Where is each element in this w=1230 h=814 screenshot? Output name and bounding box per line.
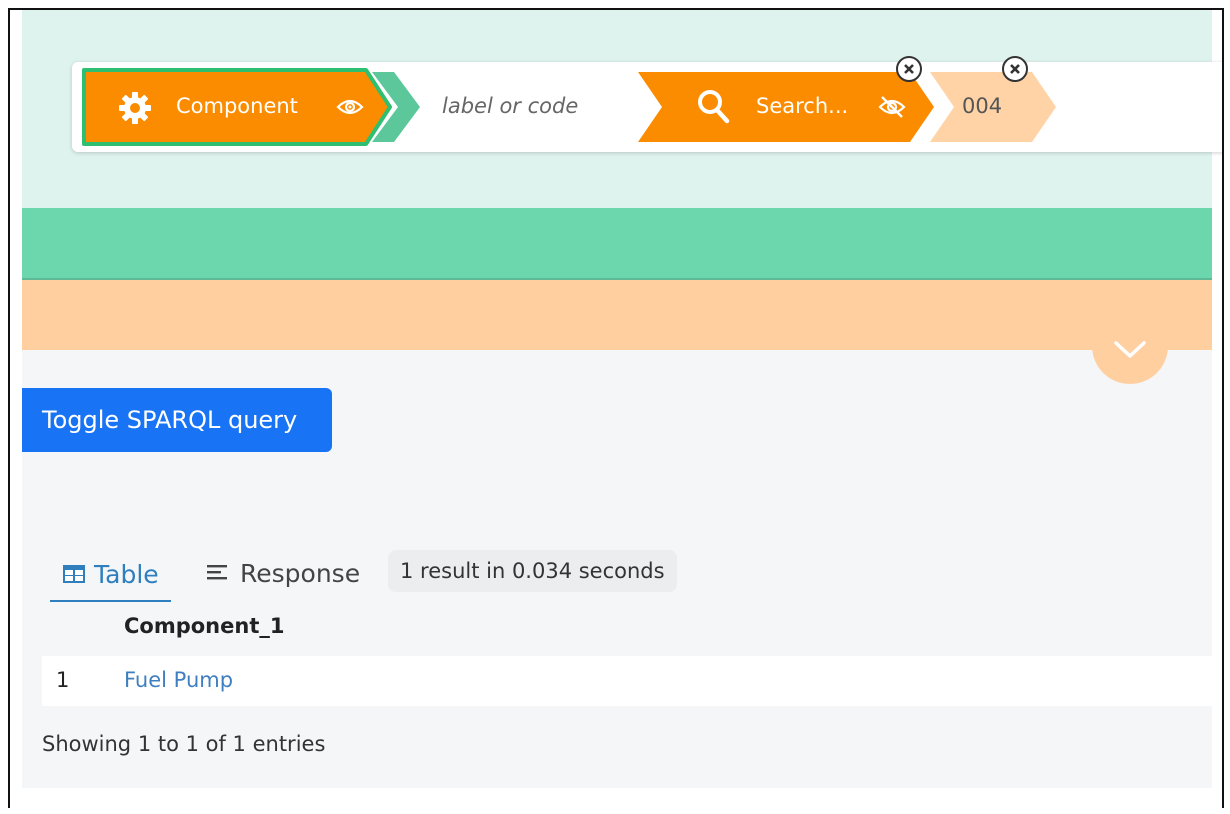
tab-response-label: Response — [240, 558, 361, 588]
collapse-button[interactable] — [1092, 308, 1168, 384]
remove-search-chip-icon[interactable] — [894, 54, 924, 84]
gear-icon — [119, 92, 151, 124]
table-row: 1 Fuel Pump — [42, 656, 1212, 706]
table-icon — [63, 565, 85, 583]
eye-icon[interactable] — [336, 96, 364, 118]
tab-table[interactable]: Table — [50, 548, 171, 602]
query-builder-bar: Component label or code Search... 004 — [72, 56, 1222, 152]
column-header-component[interactable]: Component_1 — [124, 614, 284, 638]
page-frame: Component label or code Search... 004 To… — [8, 8, 1224, 808]
eye-off-icon[interactable] — [878, 95, 906, 119]
tab-response[interactable]: Response — [206, 548, 360, 598]
tab-table-label: Table — [94, 559, 159, 589]
result-summary-badge: 1 result in 0.034 seconds — [388, 550, 677, 592]
result-link[interactable]: Fuel Pump — [124, 668, 233, 692]
entries-info: Showing 1 to 1 of 1 entries — [42, 732, 326, 756]
label-or-code-input[interactable]: label or code — [442, 94, 578, 118]
row-index: 1 — [56, 668, 70, 692]
green-band — [22, 208, 1212, 280]
align-left-icon — [207, 565, 227, 580]
chevron-down-icon — [1114, 341, 1146, 358]
toggle-sparql-query-button[interactable]: Toggle SPARQL query — [22, 388, 332, 452]
search-icon — [698, 90, 730, 124]
value-chip-label: 004 — [962, 94, 1003, 118]
search-chip-label: Search... — [756, 94, 849, 118]
peach-band — [22, 280, 1212, 350]
component-chip-label: Component — [176, 94, 298, 118]
remove-value-chip-icon[interactable] — [1000, 54, 1030, 84]
